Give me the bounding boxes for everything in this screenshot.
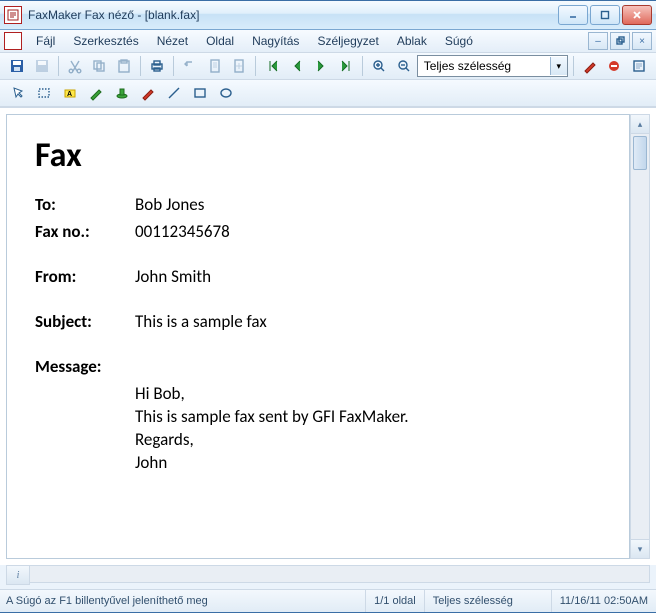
message-body: Hi Bob, This is sample fax sent by GFI F… [135,383,601,475]
save-as-button[interactable] [30,54,52,78]
vertical-scrollbar[interactable]: ▴ ▾ [630,114,650,559]
menu-annotations[interactable]: Széljegyzet [309,32,386,50]
ellipse-tool-button[interactable] [214,81,238,105]
status-zoom: Teljes szélesség [425,590,552,612]
menu-zoom[interactable]: Nagyítás [244,32,307,50]
title-bar: FaxMaker Fax néző - [blank.fax] [0,1,656,30]
undo-button[interactable] [179,54,201,78]
fax-heading: Fax [35,135,601,176]
app-icon [4,6,22,24]
rectangle-tool-button[interactable] [188,81,212,105]
main-toolbar: Teljes szélesség ▾ [0,53,656,80]
mdi-doc-icon[interactable] [4,32,22,50]
status-bar: A Súgó az F1 billentyűvel jeleníthető me… [0,589,656,612]
mdi-restore-button[interactable] [610,32,630,50]
last-page-button[interactable] [335,54,357,78]
scroll-up-button[interactable]: ▴ [631,115,649,134]
message-line: John [135,452,601,475]
annot-options-button[interactable] [627,54,649,78]
minimize-button[interactable] [558,5,588,25]
menu-view[interactable]: Nézet [149,32,196,50]
pen-red-button[interactable] [579,54,601,78]
print-button[interactable] [146,54,168,78]
menu-edit[interactable]: Szerkesztés [65,32,146,50]
marker-green-tool-button[interactable] [84,81,108,105]
content-area: Fax To: Bob Jones Fax no.: 00112345678 F… [0,107,656,565]
fax-page: Fax To: Bob Jones Fax no.: 00112345678 F… [6,114,630,559]
save-button[interactable] [6,54,28,78]
menu-page[interactable]: Oldal [198,32,242,50]
scroll-down-button[interactable]: ▾ [631,539,649,558]
cut-button[interactable] [64,54,86,78]
menu-help[interactable]: Súgó [437,32,481,50]
window-title: FaxMaker Fax néző - [blank.fax] [28,8,558,22]
line-tool-button[interactable] [162,81,186,105]
page-options-button[interactable] [228,54,250,78]
delete-annot-button[interactable] [603,54,625,78]
horizontal-scroll-row: i [6,565,650,583]
menu-file[interactable]: Fájl [28,32,63,50]
from-label: From: [35,266,135,289]
paste-button[interactable] [113,54,135,78]
subject-value: This is a sample fax [135,311,267,334]
highlight-tool-button[interactable]: A [58,81,82,105]
app-window: FaxMaker Fax néző - [blank.fax] Fájl Sze… [0,0,656,613]
first-page-button[interactable] [261,54,283,78]
page-setup-button[interactable] [204,54,226,78]
svg-text:A: A [67,91,72,98]
next-page-button[interactable] [310,54,332,78]
info-panel-button[interactable]: i [6,565,30,585]
status-datetime: 11/16/11 02:50AM [552,590,656,612]
from-value: John Smith [135,266,211,289]
subject-label: Subject: [35,311,135,334]
zoom-dropdown-button[interactable]: ▾ [550,57,567,75]
horizontal-scroll-track[interactable] [30,565,650,583]
annotation-toolbar: A [0,80,656,107]
zoom-value: Teljes szélesség [418,59,550,73]
window-buttons [558,5,652,25]
pointer-tool-button[interactable] [6,81,30,105]
faxno-value: 00112345678 [135,221,230,244]
message-line: Hi Bob, [135,383,601,406]
to-label: To: [35,194,135,217]
status-page: 1/1 oldal [366,590,425,612]
stamp-tool-button[interactable] [110,81,134,105]
prev-page-button[interactable] [286,54,308,78]
maximize-button[interactable] [590,5,620,25]
scroll-track[interactable] [631,134,649,539]
mdi-close-button[interactable]: × [632,32,652,50]
menu-window[interactable]: Ablak [389,32,435,50]
zoom-out-button[interactable] [392,54,414,78]
message-line: Regards, [135,429,601,452]
zoom-combobox[interactable]: Teljes szélesség ▾ [417,55,568,77]
pen-tool-button[interactable] [136,81,160,105]
close-button[interactable] [622,5,652,25]
message-line: This is sample fax sent by GFI FaxMaker. [135,406,601,429]
mdi-minimize-button[interactable]: – [588,32,608,50]
to-value: Bob Jones [135,194,204,217]
selection-tool-button[interactable] [32,81,56,105]
faxno-label: Fax no.: [35,221,135,244]
message-label: Message: [35,356,135,379]
scroll-thumb[interactable] [633,136,647,170]
menu-bar: Fájl Szerkesztés Nézet Oldal Nagyítás Sz… [0,30,656,53]
copy-button[interactable] [88,54,110,78]
status-help-text: A Súgó az F1 billentyűvel jeleníthető me… [0,590,366,612]
zoom-in-button[interactable] [368,54,390,78]
